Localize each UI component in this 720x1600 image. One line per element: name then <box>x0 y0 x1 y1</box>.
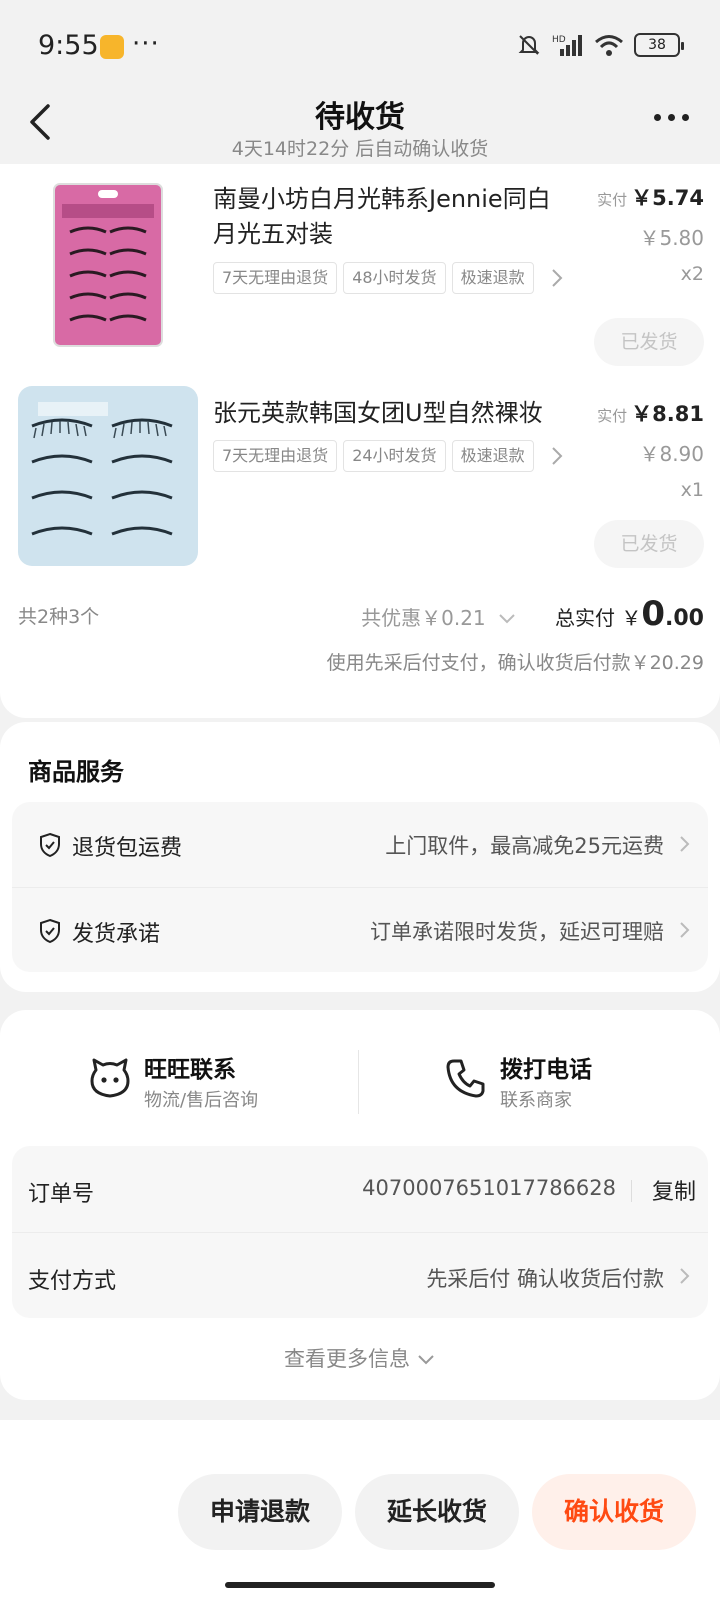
service-value: 订单承诺限时发货，延迟可理赔 <box>370 920 664 944</box>
signal-icon: HD <box>552 35 582 56</box>
chevron-right-icon <box>680 1268 690 1284</box>
shipped-status-button[interactable]: 已发货 <box>594 318 704 366</box>
confirm-receipt-button[interactable]: 确认收货 <box>532 1474 696 1550</box>
status-bar: 9:55 ··· HD 38 <box>0 0 720 92</box>
quantity: x1 <box>680 479 704 501</box>
section-title: 商品服务 <box>28 758 124 786</box>
apply-refund-button[interactable]: 申请退款 <box>178 1474 342 1550</box>
contact-subtitle: 联系商家 <box>500 1090 572 1111</box>
item-count: 共2种3个 <box>18 606 100 628</box>
product-image[interactable] <box>18 386 198 566</box>
shield-check-icon <box>40 918 60 944</box>
payment-method-row[interactable]: 支付方式 先采后付 确认收货后付款 <box>12 1232 708 1318</box>
discount-toggle[interactable]: 共优惠￥0.21 <box>361 602 516 631</box>
order-info-card: 旺旺联系 物流/售后咨询 拨打电话 联系商家 订单号 4070007651017… <box>0 1010 720 1400</box>
chevron-right-icon <box>680 836 690 852</box>
more-notifications-icon: ··· <box>132 29 160 59</box>
more-options-button[interactable] <box>646 102 696 132</box>
contact-title: 旺旺联系 <box>144 1057 236 1083</box>
status-icons: HD 38 <box>516 32 684 58</box>
price-box: 实付 ￥8.81 ￥8.90 x1 <box>597 398 704 501</box>
auto-confirm-countdown: 4天14时22分 后自动确认收货 <box>231 138 489 160</box>
extend-receipt-button[interactable]: 延长收货 <box>355 1474 519 1550</box>
chevron-right-icon[interactable] <box>550 444 564 468</box>
original-price: ￥5.80 <box>639 226 704 250</box>
bottom-action-bar: 申请退款 延长收货 确认收货 <box>0 1420 720 1600</box>
product-item[interactable]: 张元英款韩国女团U型自然裸妆 7天无理由退货 24小时发货 极速退款 实付 ￥8.… <box>0 386 720 576</box>
divider <box>358 1050 359 1114</box>
shield-check-icon <box>40 832 60 858</box>
price-box: 实付 ￥5.74 ￥5.80 x2 <box>597 182 704 285</box>
original-price: ￥8.90 <box>639 442 704 466</box>
chevron-right-icon <box>680 922 690 938</box>
order-number-row: 订单号 4070007651017786628 复制 <box>12 1146 708 1232</box>
service-tags: 7天无理由退货 48小时发货 极速退款 <box>213 262 573 296</box>
copy-order-number-button[interactable]: 复制 <box>652 1174 696 1206</box>
chevron-right-icon[interactable] <box>550 266 564 290</box>
contact-subtitle: 物流/售后咨询 <box>144 1090 259 1111</box>
page-header: 待收货 4天14时22分 后自动确认收货 <box>0 92 720 164</box>
svg-text:HD: HD <box>552 35 566 45</box>
service-label: 发货承诺 <box>72 922 161 947</box>
order-info-list: 订单号 4070007651017786628 复制 支付方式 先采后付 确认收… <box>12 1146 708 1318</box>
service-row-shipping-promise[interactable]: 发货承诺 订单承诺限时发货，延迟可理赔 <box>12 887 708 972</box>
contact-title: 拨打电话 <box>500 1057 592 1083</box>
notification-app-icon <box>100 35 124 59</box>
shipped-status-button[interactable]: 已发货 <box>594 520 704 568</box>
real-price: 实付 ￥8.81 <box>597 402 704 426</box>
order-number: 4070007651017786628 <box>362 1176 616 1200</box>
tag: 极速退款 <box>451 262 534 294</box>
product-name[interactable]: 张元英款韩国女团U型自然裸妆 <box>213 396 573 431</box>
status-time: 9:55 <box>38 30 99 61</box>
payment-method: 先采后付 确认收货后付款 <box>426 1267 664 1291</box>
service-label: 退货包运费 <box>72 836 183 861</box>
battery-icon: 38 <box>634 33 684 57</box>
order-summary: 共2种3个 共优惠￥0.21 总实付 ￥0.00 <box>18 594 704 634</box>
quantity: x2 <box>680 263 704 285</box>
tag: 7天无理由退货 <box>213 440 338 472</box>
divider <box>631 1180 632 1202</box>
services-list: 退货包运费 上门取件，最高减免25元运费 发货承诺 订单承诺限时发货，延迟可理赔 <box>12 802 708 972</box>
tag: 极速退款 <box>451 440 534 472</box>
chevron-down-icon <box>418 1355 434 1365</box>
mute-bell-icon <box>518 35 540 55</box>
product-image[interactable] <box>18 182 198 362</box>
services-card: 商品服务 退货包运费 上门取件，最高减免25元运费 发货承诺 订单承诺限时发货，… <box>0 722 720 992</box>
service-tags: 7天无理由退货 24小时发货 极速退款 <box>213 440 573 474</box>
wifi-icon <box>595 35 623 56</box>
phone-icon <box>446 1059 485 1098</box>
info-label: 订单号 <box>28 1182 95 1207</box>
product-name[interactable]: 南曼小坊白月光韩系Jennie同白月光五对装 <box>213 182 573 252</box>
product-item[interactable]: 南曼小坊白月光韩系Jennie同白月光五对装 7天无理由退货 48小时发货 极速… <box>0 182 720 382</box>
tag: 24小时发货 <box>343 440 446 472</box>
service-value: 上门取件，最高减免25元运费 <box>385 834 664 858</box>
info-label: 支付方式 <box>28 1269 117 1294</box>
tag: 7天无理由退货 <box>213 262 338 294</box>
page-title: 待收货 <box>315 100 405 135</box>
pay-later-note: 使用先采后付支付，确认收货后付款￥20.29 <box>326 652 704 674</box>
total-paid: 总实付 ￥0.00 <box>554 594 704 634</box>
tag: 48小时发货 <box>343 262 446 294</box>
view-more-info-button[interactable]: 查看更多信息 <box>0 1343 720 1373</box>
order-items-card: 南曼小坊白月光韩系Jennie同白月光五对装 7天无理由退货 48小时发货 极速… <box>0 164 720 718</box>
chevron-down-icon <box>499 614 515 624</box>
home-indicator[interactable] <box>225 1582 495 1588</box>
wangwang-icon <box>90 1058 130 1098</box>
service-row-return-shipping[interactable]: 退货包运费 上门取件，最高减免25元运费 <box>12 802 708 887</box>
real-price: 实付 ￥5.74 <box>597 186 704 210</box>
